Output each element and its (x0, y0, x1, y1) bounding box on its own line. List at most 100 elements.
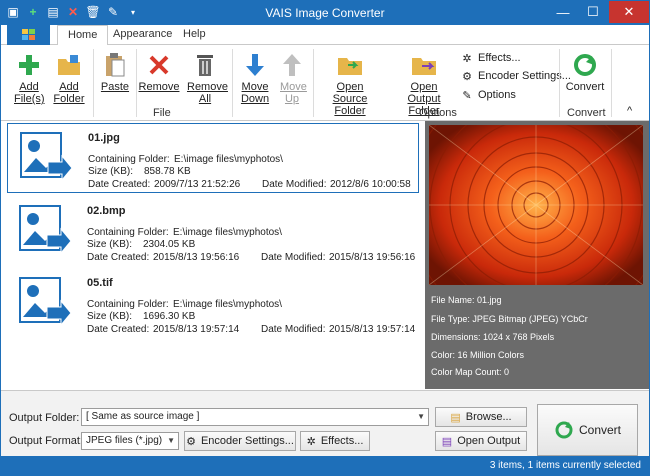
ribbon-separator (136, 49, 137, 117)
ribbon-home: Add File(s) Add Folder Paste Remove Remo… (1, 45, 649, 121)
file-name: 01.jpg (88, 132, 120, 144)
browse-button[interactable]: ▤ Browse... (435, 407, 527, 427)
preview-file-type: File Type: JPEG Bitmap (JPEG) YCbCr (431, 314, 588, 324)
chevron-down-icon[interactable]: ▼ (417, 412, 425, 421)
convert-icon (569, 51, 601, 79)
image-file-icon (19, 277, 72, 327)
file-folder-label: Containing Folder: (88, 154, 170, 165)
file-size-label: Size (KB): (87, 311, 133, 322)
list-item[interactable]: 05.tif Containing Folder: E:\image files… (7, 269, 419, 339)
date-modified-label: Date Modified: (262, 179, 327, 190)
file-list[interactable]: 01.jpg Containing Folder: E:\image files… (5, 121, 423, 389)
file-size: 2304.05 KB (143, 239, 196, 250)
status-bar: 3 items, 1 items currently selected (1, 456, 649, 475)
chevron-down-icon[interactable]: ▼ (167, 436, 175, 445)
remove-button[interactable]: Remove (139, 51, 179, 93)
convert-button[interactable]: Convert (537, 404, 638, 456)
preview-color: Color: 16 Million Colors (431, 350, 525, 360)
encoder-settings-button[interactable]: ⚙ Encoder Settings... (460, 69, 571, 83)
output-format-select[interactable]: JPEG files (*.jpg) ▼ (81, 432, 179, 450)
date-created: 2015/8/13 19:56:16 (153, 252, 240, 263)
open-source-folder-button[interactable]: Open Source Folder (319, 51, 381, 117)
date-created: 2009/7/13 21:52:26 (154, 179, 241, 190)
encoder-settings-button[interactable]: ⚙ Encoder Settings... (184, 431, 296, 451)
effects-icon: ✲ (306, 435, 316, 448)
minimize-button[interactable]: — (549, 1, 577, 23)
preview-color-map: Color Map Count: 0 (431, 367, 510, 377)
preview-image (429, 125, 643, 285)
date-modified: 2015/8/13 19:57:14 (329, 324, 416, 335)
effects-button[interactable]: ✲ Effects... (460, 51, 520, 65)
effects-icon: ✲ (462, 52, 472, 65)
date-created-label: Date Created: (88, 179, 151, 190)
effects-button[interactable]: ✲ Effects... (300, 431, 370, 451)
open-output-button[interactable]: ▤ Open Output (435, 431, 527, 451)
group-label-convert: Convert (567, 107, 606, 119)
collapse-ribbon-button[interactable]: ^ (627, 105, 632, 117)
preview-pane: File Name: 01.jpg File Type: JPEG Bitmap… (425, 121, 649, 389)
add-files-button[interactable]: Add File(s) (9, 51, 49, 105)
tab-home[interactable]: Home (57, 25, 109, 46)
image-file-icon (19, 205, 72, 255)
output-folder-icon: ▤ (441, 435, 453, 448)
file-name: 05.tif (87, 277, 113, 289)
file-folder: E:\image files\myphotos\ (173, 227, 282, 238)
file-folder-label: Containing Folder: (87, 227, 169, 238)
ribbon-separator (232, 49, 233, 117)
ribbon-separator (559, 49, 560, 117)
date-modified-label: Date Modified: (261, 252, 326, 263)
output-folder-label: Output Folder: (9, 412, 80, 424)
date-modified: 2015/8/13 19:56:16 (329, 252, 416, 263)
image-file-icon (20, 132, 73, 182)
application-menu-button[interactable] (7, 25, 50, 45)
arrow-up-icon (276, 51, 308, 79)
date-modified: 2012/8/6 10:00:58 (330, 179, 411, 190)
file-folder: E:\image files\myphotos\ (174, 154, 283, 165)
close-button[interactable]: ✕ (609, 1, 649, 23)
file-folder: E:\image files\myphotos\ (173, 299, 282, 310)
preview-dimensions: Dimensions: 1024 x 768 Pixels (431, 332, 555, 342)
output-format-label: Output Format: (9, 435, 83, 447)
tab-help[interactable]: Help (173, 25, 216, 45)
folder-add-icon (53, 51, 85, 79)
output-panel: Output Folder: [ Same as source image ] … (1, 390, 649, 456)
file-size: 858.78 KB (144, 166, 191, 177)
ribbon-separator (611, 49, 612, 117)
plus-icon (13, 51, 45, 79)
paste-button[interactable]: Paste (97, 51, 133, 93)
remove-all-button[interactable]: Remove All (183, 51, 228, 105)
trash-icon (189, 51, 221, 79)
file-folder-label: Containing Folder: (87, 299, 169, 310)
windows-grid-icon (21, 29, 35, 40)
title-bar: ▣ + ▤ ✕ 🗑 ✎ ▾ VAIS Image Converter — ☐ ✕ (1, 1, 649, 25)
date-created-label: Date Created: (87, 252, 150, 263)
move-up-button[interactable]: Move Up (275, 51, 309, 105)
main-window: ▣ + ▤ ✕ 🗑 ✎ ▾ VAIS Image Converter — ☐ ✕… (0, 0, 650, 476)
file-name: 02.bmp (87, 205, 126, 217)
date-modified-label: Date Modified: (261, 324, 326, 335)
date-created: 2015/8/13 19:57:14 (153, 324, 240, 335)
ribbon-tabs: Home Appearance Help (1, 25, 649, 46)
add-folder-button[interactable]: Add Folder (49, 51, 89, 105)
options-button[interactable]: ✎ Options (460, 88, 516, 102)
group-label-options: Options (419, 107, 457, 119)
preview-file-name: File Name: 01.jpg (431, 295, 502, 305)
tab-appearance[interactable]: Appearance (103, 25, 182, 45)
file-size: 1696.30 KB (143, 311, 196, 322)
list-item[interactable]: 01.jpg Containing Folder: E:\image files… (7, 123, 419, 193)
red-x-icon (143, 51, 175, 79)
convert-ribbon-button[interactable]: Convert (563, 51, 607, 93)
folder-icon: ▤ (450, 411, 461, 424)
gear-icon: ⚙ (462, 70, 472, 83)
output-folder-combo[interactable]: [ Same as source image ] ▼ (81, 408, 429, 426)
group-label-file: File (153, 107, 171, 119)
maximize-button[interactable]: ☐ (579, 1, 607, 23)
ribbon-separator (93, 49, 94, 117)
clipboard-icon (99, 51, 131, 79)
move-down-button[interactable]: Move Down (235, 51, 275, 105)
ribbon-separator (313, 49, 314, 117)
list-item[interactable]: 02.bmp Containing Folder: E:\image files… (7, 197, 419, 267)
file-size-label: Size (KB): (87, 239, 133, 250)
file-size-label: Size (KB): (88, 166, 134, 177)
open-folder-icon (334, 51, 366, 79)
